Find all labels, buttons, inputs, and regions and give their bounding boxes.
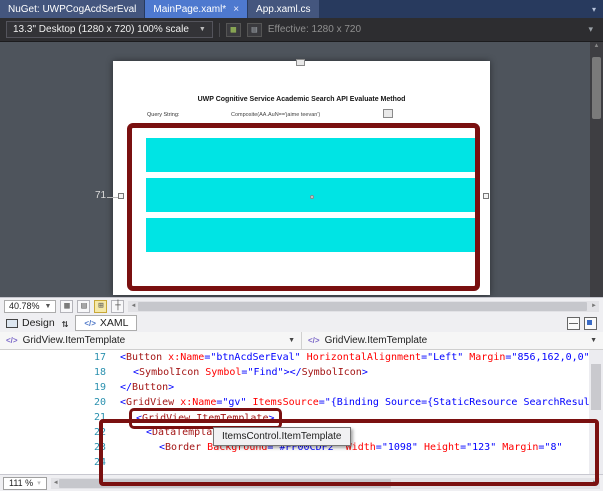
tab-xaml[interactable]: </> XAML xyxy=(75,315,137,331)
chevron-down-icon: ▼ xyxy=(590,337,597,344)
xaml-tag-icon: </> xyxy=(84,319,96,328)
chevron-down-icon: ▼ xyxy=(288,337,295,344)
split-view-bar: Design ⇅ </> XAML xyxy=(0,314,603,332)
document-tabbar: NuGet: UWPCogAcdSerEval MainPage.xaml* ×… xyxy=(0,0,603,18)
line-number: 20 xyxy=(0,395,112,410)
annotation-box-code xyxy=(99,419,599,486)
line-number: 24 xyxy=(0,455,112,470)
tab-design[interactable]: Design xyxy=(6,317,55,329)
scrollbar-thumb[interactable] xyxy=(592,57,601,119)
xaml-tab-label: XAML xyxy=(100,317,129,329)
designer-zoom-bar: 40.78% ▼ ▦ ▤ ⊞ ┼ ◄ ► xyxy=(0,297,603,314)
xml-tag-icon: </> xyxy=(308,336,320,345)
margin-guide-line xyxy=(107,197,118,198)
tab-label: MainPage.xaml* xyxy=(153,4,226,15)
find-button[interactable] xyxy=(383,109,393,118)
scrollbar-thumb[interactable] xyxy=(138,302,587,311)
code-line[interactable]: 19</Button> xyxy=(0,380,589,395)
vs-window: NuGet: UWPCogAcdSerEval MainPage.xaml* ×… xyxy=(0,0,603,491)
line-number: 17 xyxy=(0,350,112,365)
chevron-down-icon: ▼ xyxy=(45,303,52,310)
query-string-value: Composite(AA.AuN=='jaime teevan') xyxy=(231,112,320,118)
app-title: UWP Cognitive Service Academic Search AP… xyxy=(113,96,490,103)
scrollbar-thumb[interactable] xyxy=(591,364,601,410)
tab-appxamlcs[interactable]: App.xaml.cs xyxy=(248,0,318,18)
selection-handle-right[interactable] xyxy=(483,193,489,199)
line-number: 22 xyxy=(0,425,112,440)
editor-zoom-value: 111 % xyxy=(9,478,33,488)
effective-resolution-icon[interactable]: ▤ xyxy=(247,23,262,37)
designer-vertical-scrollbar[interactable]: ▲ xyxy=(590,42,603,297)
split-pane-icon[interactable] xyxy=(567,317,580,330)
breadcrumb-right-dropdown[interactable]: </> GridView.ItemTemplate ▼ xyxy=(302,332,603,349)
toolbar-separator xyxy=(219,23,220,37)
breadcrumb-left-dropdown[interactable]: </> GridView.ItemTemplate ▼ xyxy=(0,332,302,349)
design-tab-label: Design xyxy=(22,317,55,329)
line-number: 21 xyxy=(0,410,112,425)
device-selector[interactable]: 13.3" Desktop (1280 x 720) 100% scale ▼ xyxy=(6,21,213,38)
designer-zoom-selector[interactable]: 40.78% ▼ xyxy=(4,300,56,313)
snap-grid-icon[interactable]: ▤ xyxy=(77,300,90,313)
monitor-icon xyxy=(6,319,18,328)
snaplines-icon[interactable]: ⊞ xyxy=(94,300,107,313)
tab-label: App.xaml.cs xyxy=(256,4,310,15)
tab-mainpage[interactable]: MainPage.xaml* × xyxy=(145,0,247,18)
scroll-up-icon[interactable]: ▲ xyxy=(594,42,600,51)
expand-pane-icon[interactable] xyxy=(584,317,597,330)
close-icon[interactable]: × xyxy=(233,4,239,15)
show-grid-icon[interactable]: ▦ xyxy=(60,300,73,313)
tab-label: NuGet: UWPCogAcdSerEval xyxy=(8,4,136,15)
margin-value-label: 71 xyxy=(95,190,106,201)
adorner-handle[interactable] xyxy=(296,59,305,66)
annotation-box-designer xyxy=(127,123,480,291)
chevron-down-icon[interactable]: ▾ xyxy=(585,0,603,18)
code-line[interactable]: 18<SymbolIcon Symbol="Find"></SymbolIcon… xyxy=(0,365,589,380)
scroll-left-icon[interactable]: ◄ xyxy=(128,303,138,309)
effective-resolution-label: Effective: 1280 x 720 xyxy=(268,24,361,35)
editor-zoom-selector[interactable]: 111 % ▾ xyxy=(3,477,47,490)
toolbar-options-icon[interactable]: ▾ xyxy=(584,24,597,35)
line-number: 23 xyxy=(0,440,112,455)
device-toolbar: 13.3" Desktop (1280 x 720) 100% scale ▼ … xyxy=(0,18,603,42)
code-line[interactable]: 17<Button x:Name="btnAcdSerEval" Horizon… xyxy=(0,350,589,365)
code-line[interactable]: 20<GridView x:Name="gv" ItemsSource="{Bi… xyxy=(0,395,589,410)
tab-nuget[interactable]: NuGet: UWPCogAcdSerEval xyxy=(0,0,144,18)
designer-horizontal-scrollbar[interactable]: ◄ ► xyxy=(128,301,599,312)
element-breadcrumb-bar: </> GridView.ItemTemplate ▼ </> GridView… xyxy=(0,332,603,350)
breadcrumb-left-value: GridView.ItemTemplate xyxy=(23,335,126,346)
selection-handle-left[interactable] xyxy=(118,193,124,199)
breadcrumb-right-value: GridView.ItemTemplate xyxy=(325,335,428,346)
chevron-down-icon: ▾ xyxy=(37,479,41,487)
chevron-down-icon: ▼ xyxy=(199,26,206,33)
snap-to-snaplines-icon[interactable]: ┼ xyxy=(111,300,124,313)
xml-tag-icon: </> xyxy=(6,336,18,345)
line-number: 18 xyxy=(0,365,112,380)
zoom-value: 40.78% xyxy=(9,301,40,311)
fit-to-screen-icon[interactable]: ▦ xyxy=(226,23,241,37)
swap-panes-icon[interactable]: ⇅ xyxy=(62,317,69,330)
query-string-label: Query String: xyxy=(147,112,179,118)
line-number: 19 xyxy=(0,380,112,395)
scroll-right-icon[interactable]: ► xyxy=(589,303,599,309)
device-selector-value: 13.3" Desktop (1280 x 720) 100% scale xyxy=(13,24,189,35)
